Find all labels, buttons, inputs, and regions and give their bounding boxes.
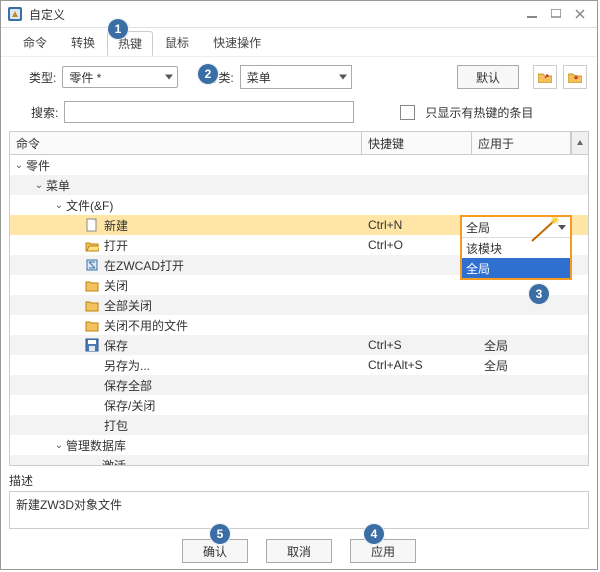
folder-save-button[interactable]: [563, 65, 587, 89]
minimize-button[interactable]: [521, 6, 543, 22]
hotkey-grid: 命令 快捷键 应用于 ⌄零件 ⌄菜单 ⌄文件(&F) 新建Ctrl+N全局打开C…: [9, 131, 589, 466]
tree-item-label: 在ZWCAD打开: [104, 257, 184, 274]
tree-item-label: 新建: [104, 217, 128, 234]
tree-row-file[interactable]: ⌄文件(&F): [10, 195, 588, 215]
description-label: 描述: [9, 472, 589, 489]
expander-icon: ⌄: [54, 440, 64, 451]
tab-bar: 命令 转换 热键 鼠标 快速操作 1: [1, 28, 597, 57]
tree-item-label: 保存/关闭: [104, 397, 155, 414]
tab-quick[interactable]: 快速操作: [201, 29, 273, 56]
customize-dialog: 自定义 命令 转换 热键 鼠标 快速操作 1 类型: 零件 * 2 分类: 菜单…: [0, 0, 598, 570]
callout-4: 4: [363, 523, 385, 545]
folder-icon: [84, 297, 100, 313]
applied-cell: 全局: [478, 357, 588, 374]
folder-icon: [84, 317, 100, 333]
category-combo[interactable]: 菜单: [240, 65, 352, 89]
shortcut-cell: Ctrl+Alt+S: [362, 358, 478, 372]
blank-icon: [84, 357, 100, 373]
tree-item[interactable]: 全部关闭: [10, 295, 588, 315]
tree-item[interactable]: 另存为... Ctrl+Alt+S全局: [10, 355, 588, 375]
callout-1: 1: [107, 18, 129, 40]
applied-option-1[interactable]: 全局: [462, 258, 570, 278]
tree-item[interactable]: 保存/关闭: [10, 395, 588, 415]
tree-item[interactable]: 打包: [10, 415, 588, 435]
grid-body: ⌄零件 ⌄菜单 ⌄文件(&F) 新建Ctrl+N全局打开Ctrl+O在ZWCAD…: [10, 155, 588, 465]
folder-icon: [84, 277, 100, 293]
default-button[interactable]: 默认: [457, 65, 519, 89]
expander-icon: ⌄: [54, 200, 64, 211]
tab-mouse[interactable]: 鼠标: [153, 29, 201, 56]
callout-2: 2: [197, 63, 219, 85]
grid-header: 命令 快捷键 应用于: [10, 132, 588, 155]
maximize-button[interactable]: [545, 6, 567, 22]
only-hotkeys-checkbox[interactable]: [400, 105, 415, 120]
tree-item[interactable]: 关闭不用的文件: [10, 315, 588, 335]
callout-3: 3: [528, 283, 550, 305]
folder-open-button[interactable]: [533, 65, 557, 89]
expander-icon: ⌄: [14, 160, 24, 171]
close-button[interactable]: [569, 6, 591, 22]
col-shortcut[interactable]: 快捷键: [362, 132, 472, 154]
tree-item-label: 另存为...: [104, 357, 150, 374]
tree-item-label: 保存: [104, 337, 128, 354]
search-label: 搜索:: [31, 104, 58, 121]
tab-convert[interactable]: 转换: [59, 29, 107, 56]
tree-item-label: 关闭: [104, 277, 128, 294]
applied-cell: 全局: [478, 337, 588, 354]
save-icon: [84, 337, 100, 353]
tree-row-db[interactable]: ⌄管理数据库: [10, 435, 588, 455]
expander-icon: ⌄: [34, 180, 44, 191]
dialog-footer: 5 确认 取消 应用 4: [1, 529, 597, 569]
blank-icon: [84, 397, 100, 413]
callout-5: 5: [209, 523, 231, 545]
apply-button[interactable]: 应用: [350, 539, 416, 563]
type-value: 零件 *: [69, 69, 101, 86]
tree-item-label: 打包: [104, 417, 128, 434]
tree-row-root[interactable]: ⌄零件: [10, 155, 588, 175]
window-title: 自定义: [29, 6, 65, 23]
shortcut-cell: Ctrl+S: [362, 338, 478, 352]
chevron-down-icon: [339, 75, 347, 80]
chevron-down-icon: [165, 75, 173, 80]
tree-item[interactable]: 保存全部: [10, 375, 588, 395]
tree-item-label: 关闭不用的文件: [104, 317, 188, 334]
tree-item-label: 保存全部: [104, 377, 152, 394]
wand-cursor-icon: [530, 217, 564, 243]
zwcad-icon: [84, 257, 100, 273]
search-row: 搜索: 只显示有热键的条目: [1, 97, 597, 131]
blank-icon: [84, 417, 100, 433]
tree-item[interactable]: 激活: [10, 455, 588, 465]
col-command[interactable]: 命令: [10, 132, 362, 154]
blank-icon: [84, 377, 100, 393]
filter-row: 类型: 零件 * 2 分类: 菜单 默认: [1, 57, 597, 97]
tree-item-label: 全部关闭: [104, 297, 152, 314]
open-icon: [84, 237, 100, 253]
app-icon: [7, 6, 23, 22]
description-text: 新建ZW3D对象文件: [9, 491, 589, 529]
only-hotkeys-label: 只显示有热键的条目: [425, 104, 533, 121]
new-icon: [84, 217, 100, 233]
titlebar: 自定义: [1, 1, 597, 28]
cancel-button[interactable]: 取消: [266, 539, 332, 563]
tree-item-label: 打开: [104, 237, 128, 254]
search-input[interactable]: [64, 101, 354, 123]
tab-commands[interactable]: 命令: [11, 29, 59, 56]
type-combo[interactable]: 零件 *: [62, 66, 178, 88]
type-label: 类型:: [29, 69, 56, 86]
scroll-up[interactable]: [571, 132, 588, 154]
tree-item[interactable]: 保存 Ctrl+S全局: [10, 335, 588, 355]
col-applied[interactable]: 应用于: [472, 132, 571, 154]
description-section: 描述 新建ZW3D对象文件: [9, 472, 589, 529]
category-value: 菜单: [247, 69, 271, 86]
tree-item-label: 激活: [102, 457, 126, 466]
tree-row-menu[interactable]: ⌄菜单: [10, 175, 588, 195]
